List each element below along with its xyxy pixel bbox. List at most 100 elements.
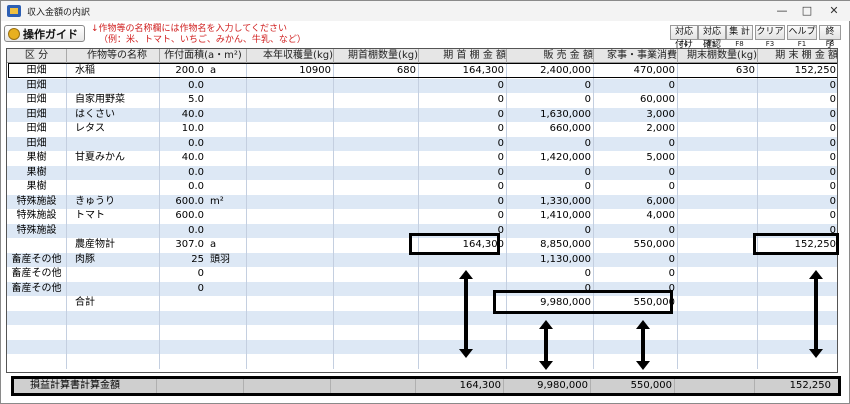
table-row[interactable]: 田畑 レタス 10.0 0 660,000 2,000 0 — [7, 122, 837, 137]
open-qty-cell[interactable] — [334, 78, 419, 93]
sales-cell[interactable] — [507, 339, 594, 354]
table-row[interactable]: 果樹 0.0 0 0 0 0 — [7, 165, 837, 180]
harvest-cell[interactable] — [247, 238, 334, 253]
harvest-cell[interactable] — [247, 180, 334, 195]
close-button[interactable]: ✕ — [819, 3, 849, 19]
kubun-cell[interactable]: 特殊施設 — [7, 223, 67, 238]
kubun-cell[interactable]: 田畑 — [7, 107, 67, 122]
close-amt-cell[interactable] — [758, 282, 837, 297]
open-amt-cell[interactable]: 0 — [419, 93, 507, 108]
close-qty-cell[interactable] — [678, 136, 758, 151]
kubun-cell[interactable]: 畜産その他 — [7, 267, 67, 282]
table-row[interactable] — [7, 339, 837, 354]
open-amt-cell[interactable]: 0 — [419, 194, 507, 209]
open-amt-cell[interactable]: 0 — [419, 223, 507, 238]
table-row[interactable]: 畜産その他 0 0 0 — [7, 281, 837, 297]
area-cell[interactable]: 307.0 a — [160, 238, 247, 253]
exit-button[interactable]: 終 了 — [819, 25, 841, 50]
open-amt-cell[interactable] — [419, 296, 507, 311]
open-qty-cell[interactable] — [334, 122, 419, 137]
clear-button[interactable]: クリア — [755, 25, 785, 40]
harvest-cell[interactable] — [247, 194, 334, 209]
map-check-button[interactable]: 対応確認 — [698, 25, 726, 50]
open-qty-cell[interactable] — [334, 151, 419, 166]
open-amt-cell[interactable]: 0 — [419, 165, 507, 180]
self-use-cell[interactable]: 0 — [594, 252, 678, 267]
close-qty-cell[interactable] — [678, 93, 758, 108]
name-cell[interactable] — [67, 267, 160, 282]
kubun-cell[interactable]: 田畑 — [7, 93, 67, 108]
table-row[interactable] — [7, 325, 837, 340]
open-qty-cell[interactable] — [334, 93, 419, 108]
kubun-cell[interactable]: 田畑 — [7, 64, 67, 79]
close-amt-cell[interactable] — [758, 267, 837, 282]
self-use-cell[interactable]: 6,000 — [594, 194, 678, 209]
table-row[interactable]: 特殊施設 0.0 0 0 0 0 — [7, 223, 837, 238]
harvest-cell[interactable] — [247, 122, 334, 137]
table-row[interactable]: 畜産その他 0 0 0 — [7, 267, 837, 282]
area-cell[interactable] — [160, 354, 247, 369]
area-cell[interactable]: 40.0 — [160, 107, 247, 122]
sales-cell[interactable]: 2,400,000 — [507, 64, 594, 79]
open-qty-cell[interactable] — [334, 238, 419, 253]
sales-cell[interactable]: 1,130,000 — [507, 252, 594, 267]
sales-cell[interactable]: 1,330,000 — [507, 194, 594, 209]
close-qty-cell[interactable] — [678, 267, 758, 282]
sales-cell[interactable]: 1,420,000 — [507, 151, 594, 166]
open-qty-cell[interactable] — [334, 180, 419, 195]
sales-cell[interactable]: 8,850,000 — [507, 238, 594, 253]
self-use-cell[interactable]: 5,000 — [594, 151, 678, 166]
table-row[interactable]: 田畑 水稲 200.0 a 10900 680 164,300 2,400,000 470,00… — [7, 64, 837, 79]
table-row[interactable]: 果樹 甘夏みかん 40.0 0 1,420,000 5,000 0 — [7, 151, 837, 166]
self-use-cell[interactable] — [594, 339, 678, 354]
table-row[interactable]: 田畑 自家用野菜 5.0 0 0 60,000 0 — [7, 93, 837, 108]
open-amt-cell[interactable]: 164,300 — [419, 64, 507, 79]
name-cell[interactable]: 農産物計 — [67, 238, 160, 253]
open-amt-cell[interactable] — [419, 325, 507, 340]
name-cell[interactable] — [67, 223, 160, 238]
kubun-cell[interactable] — [7, 310, 67, 325]
harvest-cell[interactable] — [247, 151, 334, 166]
close-qty-cell[interactable] — [678, 252, 758, 267]
close-qty-cell[interactable]: 630 — [678, 64, 758, 79]
close-qty-cell[interactable] — [678, 107, 758, 122]
harvest-cell[interactable] — [247, 325, 334, 340]
sales-cell[interactable]: 9,980,000 — [507, 296, 594, 311]
open-amt-cell[interactable] — [419, 310, 507, 325]
name-cell[interactable]: 自家用野菜 — [67, 93, 160, 108]
close-qty-cell[interactable] — [678, 310, 758, 325]
table-row[interactable]: 合計 9,980,000 550,000 — [7, 296, 837, 311]
kubun-cell[interactable]: 特殊施設 — [7, 209, 67, 224]
table-row[interactable]: 特殊施設 きゅうり 600.0 m² 0 1,330,000 6,000 0 — [7, 194, 837, 209]
name-cell[interactable] — [67, 281, 160, 296]
close-amt-cell[interactable] — [758, 325, 837, 340]
sales-cell[interactable]: 0 — [507, 281, 594, 296]
harvest-cell[interactable]: 10900 — [247, 64, 334, 79]
open-qty-cell[interactable] — [334, 267, 419, 282]
close-amt-cell[interactable]: 152,250 — [758, 64, 837, 79]
harvest-cell[interactable] — [247, 136, 334, 151]
kubun-cell[interactable]: 特殊施設 — [7, 194, 67, 209]
name-cell[interactable]: 肉豚 — [67, 252, 160, 267]
sales-cell[interactable]: 1,630,000 — [507, 107, 594, 122]
self-use-cell[interactable]: 550,000 — [594, 238, 678, 253]
open-qty-cell[interactable] — [334, 339, 419, 354]
self-use-cell[interactable]: 0 — [594, 180, 678, 195]
self-use-cell[interactable]: 470,000 — [594, 64, 678, 79]
name-cell[interactable]: 甘夏みかん — [67, 151, 160, 166]
name-cell[interactable] — [67, 78, 160, 93]
name-cell[interactable] — [67, 165, 160, 180]
close-qty-cell[interactable] — [678, 194, 758, 209]
area-cell[interactable]: 0.0 — [160, 136, 247, 151]
table-row[interactable]: 畜産その他 肉豚 25 頭羽 1,130,000 0 — [7, 252, 837, 268]
name-cell[interactable] — [67, 339, 160, 354]
area-cell[interactable]: 600.0 — [160, 209, 247, 224]
area-cell[interactable]: 200.0 a — [160, 64, 247, 79]
name-cell[interactable]: 水稲 — [67, 64, 160, 79]
harvest-cell[interactable] — [247, 165, 334, 180]
close-amt-cell[interactable] — [758, 253, 837, 268]
table-row[interactable]: 田畑 はくさい 40.0 0 1,630,000 3,000 0 — [7, 107, 837, 122]
close-amt-cell[interactable] — [758, 296, 837, 311]
table-row[interactable]: 田畑 0.0 0 0 0 0 — [7, 136, 837, 151]
area-cell[interactable]: 0.0 — [160, 78, 247, 93]
